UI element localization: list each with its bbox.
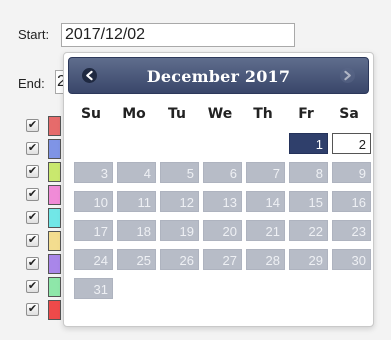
layer-color-swatch	[48, 139, 61, 159]
layer-checkbox[interactable]: ✔	[26, 257, 39, 270]
layer-checkbox[interactable]: ✔	[26, 211, 39, 224]
weekday-label: Su	[80, 106, 102, 122]
calendar-day[interactable]: 3	[74, 162, 113, 183]
calendar-day[interactable]: 11	[117, 191, 156, 212]
layer-checkbox[interactable]: ✔	[26, 280, 39, 293]
calendar-day[interactable]: 20	[203, 220, 242, 241]
calendar-day[interactable]: 28	[246, 249, 285, 270]
weekday-header: Su Mo Tu We Th Fr Sa	[71, 106, 372, 126]
calendar-day[interactable]: 4	[117, 162, 156, 183]
calendar-day[interactable]: 12	[160, 191, 199, 212]
calendar-popup: December 2017 Su Mo Tu We Th Fr Sa 1 2 3 4 5 6 7 8 9 10…	[63, 52, 374, 327]
layer-checkbox[interactable]: ✔	[26, 142, 39, 155]
calendar-day[interactable]: 15	[289, 191, 328, 212]
start-label: Start:	[18, 27, 50, 42]
calendar-day[interactable]: 29	[289, 249, 328, 270]
calendar-title: December 2017	[146, 67, 291, 86]
layer-checkbox[interactable]: ✔	[26, 188, 39, 201]
calendar-day[interactable]: 22	[289, 220, 328, 241]
layer-color-swatch	[48, 162, 61, 182]
calendar-day[interactable]: 9	[332, 162, 371, 183]
layer-color-swatch	[48, 185, 61, 205]
layer-color-swatch	[48, 254, 61, 274]
weekday-label: Mo	[122, 106, 146, 122]
layer-color-swatch	[48, 277, 61, 297]
calendar-day[interactable]: 19	[160, 220, 199, 241]
calendar-day[interactable]: 2	[332, 133, 371, 154]
calendar-day[interactable]: 23	[332, 220, 371, 241]
weekday-label: We	[207, 106, 233, 122]
calendar-day[interactable]: 18	[117, 220, 156, 241]
calendar-day[interactable]: 7	[246, 162, 285, 183]
layer-checkbox[interactable]: ✔	[26, 303, 39, 316]
weekday-label: Tu	[168, 106, 186, 122]
calendar-day[interactable]: 30	[332, 249, 371, 270]
calendar-day[interactable]: 17	[74, 220, 113, 241]
calendar-day[interactable]: 1	[289, 133, 328, 154]
weekday-label: Fr	[298, 106, 314, 122]
layer-checkbox[interactable]: ✔	[26, 165, 39, 178]
layer-checkbox[interactable]: ✔	[26, 119, 39, 132]
calendar-day[interactable]: 14	[246, 191, 285, 212]
calendar-day[interactable]: 25	[117, 249, 156, 270]
layer-color-swatch	[48, 208, 61, 228]
layer-color-swatch	[48, 300, 61, 320]
calendar-day[interactable]: 6	[203, 162, 242, 183]
weekday-label: Sa	[339, 106, 359, 122]
layer-checkbox[interactable]: ✔	[26, 234, 39, 247]
calendar-header: December 2017	[68, 57, 369, 94]
chevron-right-icon[interactable]	[340, 68, 355, 83]
calendar-day[interactable]: 24	[74, 249, 113, 270]
layer-color-swatch	[48, 231, 61, 251]
calendar-day[interactable]: 13	[203, 191, 242, 212]
calendar-day[interactable]: 8	[289, 162, 328, 183]
calendar-day[interactable]: 21	[246, 220, 285, 241]
calendar-day[interactable]: 10	[74, 191, 113, 212]
start-date-input[interactable]: 2017/12/02	[61, 23, 295, 47]
calendar-day[interactable]: 5	[160, 162, 199, 183]
calendar-day[interactable]: 26	[160, 249, 199, 270]
end-label: End:	[18, 76, 45, 91]
calendar-day[interactable]: 31	[74, 278, 113, 299]
layer-color-swatch	[48, 116, 61, 136]
weekday-label: Th	[253, 106, 273, 122]
date-range-panel: Start: 2017/12/02 End: 2 ✔✔✔✔✔✔✔✔✔UFS Te…	[0, 0, 391, 340]
calendar-day[interactable]: 16	[332, 191, 371, 212]
calendar-day[interactable]: 27	[203, 249, 242, 270]
